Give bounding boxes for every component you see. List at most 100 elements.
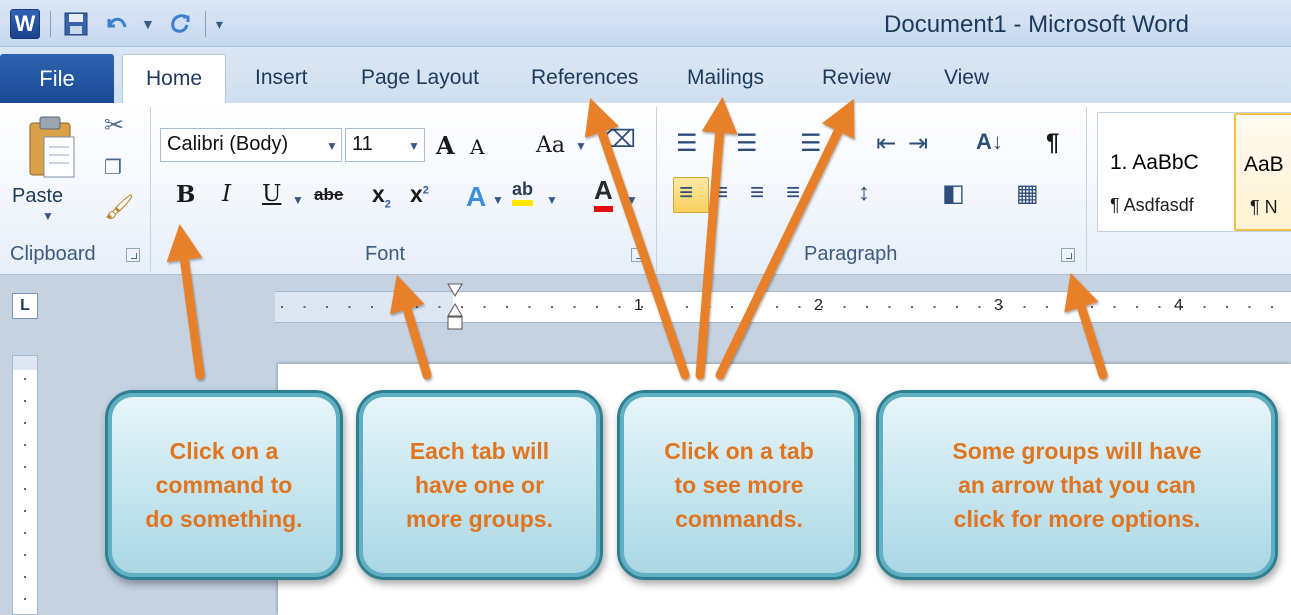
paste-button[interactable]: Paste [12, 185, 63, 208]
change-case-dropdown-icon[interactable]: ▼ [575, 139, 587, 153]
tab-references[interactable]: References [531, 66, 638, 90]
tab-home[interactable]: Home [122, 54, 226, 103]
change-case-icon[interactable]: Aa [536, 133, 565, 158]
style-sample: 1. AaBbC [1110, 151, 1199, 174]
font-size-dropdown-icon[interactable]: ▼ [408, 139, 420, 153]
ruler-tick [1136, 306, 1138, 308]
word-logo-icon[interactable]: W [10, 9, 40, 39]
horizontal-ruler[interactable]: 1 2 3 4 [275, 283, 1291, 330]
qat-separator [204, 11, 206, 37]
underline-dropdown-icon[interactable]: ▼ [292, 193, 304, 207]
grow-font-icon[interactable]: A [436, 131, 455, 160]
bold-button[interactable]: B [176, 181, 195, 208]
show-marks-icon[interactable]: ¶ [1046, 129, 1059, 157]
font-name-box[interactable]: Calibri (Body) [160, 128, 342, 162]
ruler-tick [416, 306, 418, 308]
clear-formatting-icon[interactable]: ⌫ [602, 125, 636, 154]
customize-qat-icon[interactable]: ▾ [216, 16, 223, 33]
ruler-tick [776, 306, 778, 308]
ruler-ticks [281, 306, 1273, 308]
numbering-icon[interactable]: ☰ [736, 129, 758, 158]
tab-mailings[interactable]: Mailings [687, 66, 764, 90]
text-effects-icon[interactable]: A [466, 181, 486, 213]
ruler-tick [1068, 306, 1071, 308]
font-launcher-icon[interactable] [631, 248, 645, 262]
ruler-tick [303, 306, 306, 308]
style-item-1[interactable]: 1. AaBbC ¶ Asdfasdf [1098, 113, 1232, 231]
text-effects-dropdown-icon[interactable]: ▼ [492, 193, 504, 207]
tab-page-layout[interactable]: Page Layout [361, 66, 479, 90]
copy-icon[interactable]: ❐ [104, 155, 122, 180]
ruler-tick [888, 306, 891, 308]
title-bar: W ▼ ▾ Document1 - Microsoft Word [0, 0, 1291, 47]
ruler-tick [528, 306, 531, 308]
borders-icon[interactable]: ▦ [1016, 179, 1039, 208]
ruler-tick [978, 306, 981, 308]
ruler-tick [1203, 306, 1206, 308]
paragraph-launcher-icon[interactable] [1061, 248, 1075, 262]
ruler-tick [348, 306, 351, 308]
group-separator [656, 107, 657, 272]
indent-marker-icon[interactable] [446, 282, 464, 334]
align-center-icon[interactable]: ≡ [714, 179, 728, 207]
vertical-ruler[interactable] [12, 355, 38, 615]
paste-dropdown-icon[interactable]: ▼ [42, 209, 54, 223]
ruler-tick [326, 306, 328, 308]
justify-icon[interactable]: ≡ [786, 179, 800, 207]
italic-button[interactable]: I [222, 181, 231, 207]
multilevel-list-icon[interactable]: ☰ [800, 129, 822, 158]
tab-review[interactable]: Review [822, 66, 891, 90]
callout-text: Click on a command to do something. [145, 438, 303, 532]
increase-indent-icon[interactable]: ⇥ [908, 129, 928, 158]
underline-button[interactable]: U [262, 181, 281, 207]
line-spacing-icon[interactable]: ↕ [858, 179, 870, 207]
callout-text: Each tab will have one or more groups. [406, 438, 553, 532]
group-separator [150, 107, 151, 272]
tab-file[interactable]: File [0, 54, 114, 103]
ruler-tick [596, 306, 598, 308]
clipboard-launcher-icon[interactable] [126, 248, 140, 262]
subscript-button[interactable]: x2 [372, 181, 391, 211]
ruler-tick [933, 306, 936, 308]
decrease-indent-icon[interactable]: ⇤ [876, 129, 896, 158]
tab-view[interactable]: View [944, 66, 989, 90]
window-title: Document1 - Microsoft Word [884, 11, 1189, 38]
ribbon-tabs: File Home Insert Page Layout References … [0, 47, 1291, 103]
save-icon[interactable] [61, 9, 91, 39]
undo-icon[interactable] [101, 9, 131, 39]
font-color-dropdown-icon[interactable]: ▼ [626, 193, 638, 207]
highlight-dropdown-icon[interactable]: ▼ [546, 193, 558, 207]
shrink-font-icon[interactable]: A [470, 135, 484, 159]
paste-icon[interactable] [28, 115, 76, 181]
styles-gallery: 1. AaBbC ¶ Asdfasdf AaB ¶ N [1097, 112, 1291, 232]
ruler-tick [24, 488, 26, 490]
tab-selector-button[interactable]: L [12, 293, 38, 319]
callout-command: Click on a command to do something. [105, 390, 343, 580]
ribbon: Paste ▼ ✂ ❐ 🖌 Clipboard Calibri (Body) ▼… [0, 103, 1291, 275]
format-painter-icon[interactable]: 🖌 [104, 193, 134, 222]
cut-icon[interactable]: ✂ [104, 111, 124, 140]
bullets-icon[interactable]: ☰ [676, 129, 698, 158]
font-color-icon[interactable]: A [594, 175, 613, 212]
sort-icon[interactable]: A↓ [976, 129, 1003, 155]
align-right-icon[interactable]: ≡ [750, 179, 764, 207]
strikethrough-button[interactable]: abe [314, 185, 343, 205]
ruler-tick [24, 598, 26, 600]
ruler-tick [24, 400, 26, 402]
tab-insert[interactable]: Insert [255, 66, 308, 90]
font-name-dropdown-icon[interactable]: ▼ [326, 139, 338, 153]
highlight-icon[interactable]: ab [512, 179, 534, 206]
ruler-tick [551, 306, 553, 308]
style-item-2[interactable]: AaB ¶ N [1234, 113, 1291, 231]
undo-dropdown-icon[interactable]: ▼ [141, 16, 155, 32]
ruler-tick [708, 306, 711, 308]
ruler-tick [1271, 306, 1273, 308]
align-left-icon[interactable]: ≡ [679, 179, 693, 207]
ruler-tick [24, 466, 26, 468]
redo-icon[interactable] [165, 9, 195, 39]
superscript-button[interactable]: x2 [410, 181, 429, 208]
font-group-label: Font [365, 243, 406, 265]
ruler-tick [1113, 306, 1116, 308]
shading-icon[interactable]: ◧ [942, 179, 965, 208]
ruler-tick [24, 444, 26, 446]
